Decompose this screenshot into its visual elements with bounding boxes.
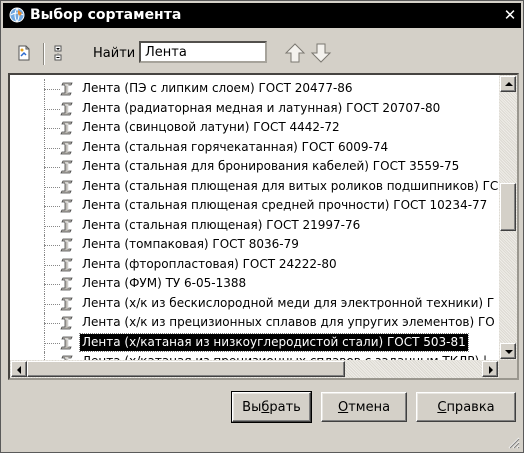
tree-items: Лента (ПЭ с липким слоем) ГОСТ 20477-86 Л…: [10, 79, 500, 372]
dialog-window: Выбор сортамента ✕ Найти Лента (ПЭ с лип…: [0, 0, 524, 453]
profile-i-beam-icon: [60, 180, 73, 193]
tree-line: [44, 167, 60, 168]
list-item[interactable]: Лента (х/катаная из низкоуглеродистой ст…: [10, 332, 500, 352]
tree-line: [44, 323, 60, 324]
list-item-label: Лента (х/катаная из низкоуглеродистой ст…: [79, 332, 469, 352]
list-item[interactable]: Лента (свинцовой латуни) ГОСТ 4442-72: [10, 118, 500, 138]
tree-line: [44, 206, 60, 207]
list-item-label: Лента (фторопластовая) ГОСТ 24222-80: [82, 256, 337, 271]
list-item[interactable]: Лента (х/к из прецизионных сплавов для у…: [10, 313, 500, 333]
tree-line: [44, 186, 60, 188]
scroll-right-button[interactable]: [482, 361, 498, 377]
window-title: Выбор сортамента: [30, 7, 182, 23]
tree-line: [44, 264, 60, 266]
list-item-label: Лента (свинцовой латуни) ГОСТ 4442-72: [82, 120, 340, 134]
tree-line: [44, 245, 60, 246]
toolbar: Найти: [13, 40, 513, 68]
list-item[interactable]: Лента (ФУМ) ТУ 6-05-1388: [10, 274, 500, 294]
list-item[interactable]: Лента (х/к из бескислородной меди для эл…: [10, 293, 500, 313]
profile-i-beam-icon: [60, 316, 73, 330]
profile-i-beam-icon: [60, 199, 73, 213]
profile-i-beam-icon: [60, 219, 73, 232]
profile-i-beam-icon: [60, 82, 73, 96]
tree-line: [44, 284, 60, 285]
list-item-label: Лента (томпаковая) ГОСТ 8036-79: [82, 237, 299, 251]
profile-i-beam-icon: [60, 160, 73, 174]
arrow-down-icon[interactable]: [309, 41, 333, 65]
profile-i-beam-icon: [60, 277, 73, 291]
cancel-button[interactable]: Отмена: [321, 392, 407, 422]
tree-toggle-icon[interactable]: [51, 44, 69, 62]
tree-line: [44, 225, 60, 227]
globe-app-icon: [9, 7, 25, 23]
profile-i-beam-icon: [60, 121, 73, 135]
chevron-down-icon: [505, 350, 513, 354]
profile-i-beam-icon: [60, 297, 73, 310]
scroll-left-button[interactable]: [11, 361, 27, 377]
tree-line: [44, 108, 60, 110]
list-item-label: Лента (стальная плющеная) ГОСТ 21997-76: [82, 217, 361, 232]
list-item-label: Лента (стальная для бронирования кабелей…: [82, 159, 460, 173]
profile-tree-list[interactable]: Лента (ПЭ с липким слоем) ГОСТ 20477-86 Л…: [8, 73, 519, 380]
list-item[interactable]: Лента (стальная горячекатанная) ГОСТ 600…: [10, 137, 500, 157]
resize-grip-icon[interactable]: [506, 435, 520, 449]
profile-i-beam-icon: [60, 102, 73, 115]
list-item-label: Лента (ПЭ с липким слоем) ГОСТ 20477-86: [82, 81, 353, 95]
tree-line: [44, 147, 60, 149]
list-item-label: Лента (стальная плющеная средней прочнос…: [82, 198, 488, 212]
list-item[interactable]: Лента (ПЭ с липким слоем) ГОСТ 20477-86: [10, 79, 500, 99]
scroll-up-button[interactable]: [500, 76, 516, 92]
tree-line: [44, 342, 60, 344]
find-label: Найти: [93, 46, 136, 61]
vertical-scroll-thumb[interactable]: [500, 183, 516, 232]
document-icon[interactable]: [15, 44, 33, 62]
list-item-label: Лента (стальная плющеная для витых ролик…: [82, 178, 499, 193]
profile-i-beam-icon: [60, 141, 73, 154]
list-item-label: Лента (х/к из прецизионных сплавов для у…: [82, 315, 495, 329]
help-button[interactable]: Справка: [416, 392, 516, 422]
chevron-right-icon: [489, 366, 493, 374]
profile-i-beam-icon: [60, 258, 73, 271]
horizontal-scroll-thumb[interactable]: [27, 361, 345, 377]
list-item[interactable]: Лента (стальная плющеная для витых ролик…: [10, 176, 500, 196]
horizontal-scrollbar[interactable]: [10, 360, 499, 378]
search-input[interactable]: [139, 41, 267, 63]
close-button[interactable]: ✕: [501, 7, 519, 23]
scroll-down-button[interactable]: [500, 343, 516, 359]
list-item[interactable]: Лента (стальная для бронирования кабелей…: [10, 157, 500, 177]
list-item-label: Лента (радиаторная медная и латунная) ГО…: [82, 100, 441, 115]
list-item[interactable]: Лента (стальная плющеная) ГОСТ 21997-76: [10, 215, 500, 235]
list-item[interactable]: Лента (фторопластовая) ГОСТ 24222-80: [10, 254, 500, 274]
tree-line: [44, 128, 60, 129]
scrollbar-corner: [499, 360, 517, 378]
list-item[interactable]: Лента (радиаторная медная и латунная) ГО…: [10, 98, 500, 118]
list-item-label: Лента (ФУМ) ТУ 6-05-1388: [82, 276, 247, 290]
title-bar[interactable]: Выбор сортамента ✕: [3, 3, 521, 28]
profile-i-beam-icon: [60, 336, 73, 349]
chevron-up-icon: [505, 82, 513, 86]
arrow-up-icon[interactable]: [283, 41, 307, 65]
select-button[interactable]: Выбрать: [231, 391, 312, 423]
list-item-label: Лента (стальная горячекатанная) ГОСТ 600…: [82, 139, 389, 154]
profile-i-beam-icon: [60, 238, 73, 252]
toolbar-separator: [43, 43, 45, 65]
list-item-label: Лента (х/к из бескислородной меди для эл…: [82, 295, 495, 310]
vertical-scrollbar[interactable]: [499, 75, 517, 360]
tree-line: [44, 89, 60, 90]
list-item[interactable]: Лента (стальная плющеная средней прочнос…: [10, 196, 500, 216]
tree-line: [44, 303, 60, 305]
list-item[interactable]: Лента (томпаковая) ГОСТ 8036-79: [10, 235, 500, 255]
chevron-left-icon: [17, 366, 21, 374]
